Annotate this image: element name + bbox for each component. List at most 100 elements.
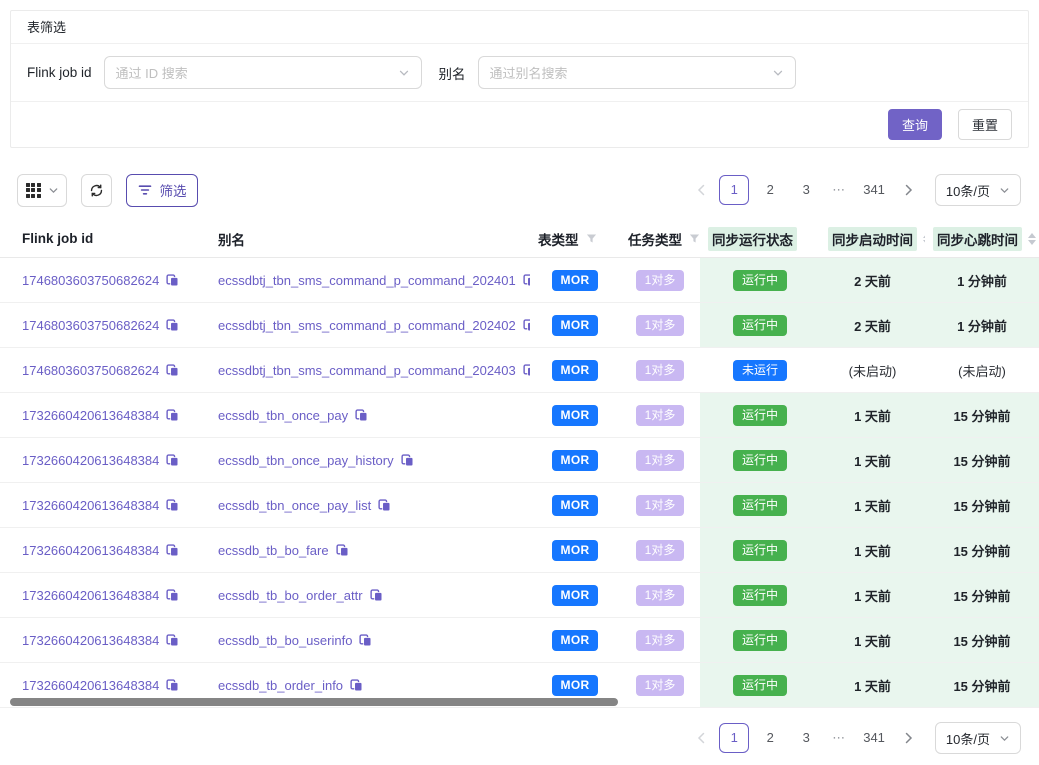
column-header-flink-job-id[interactable]: Flink job id bbox=[0, 231, 196, 246]
alias-link[interactable]: ecssdbtj_tbn_sms_command_p_command_20240… bbox=[218, 363, 516, 378]
sorter-icon[interactable] bbox=[1028, 233, 1036, 245]
copy-icon[interactable] bbox=[166, 679, 179, 692]
heartbeat-time-cell: 15 分钟前 bbox=[925, 393, 1039, 437]
table-type-badge: MOR bbox=[552, 630, 599, 651]
task-type-badge: 1对多 bbox=[636, 585, 685, 606]
table-type-cell: MOR bbox=[530, 438, 620, 482]
copy-icon[interactable] bbox=[370, 589, 383, 602]
column-header-alias[interactable]: 别名 bbox=[196, 229, 530, 249]
copy-icon[interactable] bbox=[359, 634, 372, 647]
alias-link[interactable]: ecssdb_tb_bo_order_attr bbox=[218, 588, 363, 603]
job-id-link[interactable]: 1746803603750682624 bbox=[22, 318, 159, 333]
page-ellipsis[interactable]: ⋯ bbox=[827, 730, 851, 746]
table-type-badge: MOR bbox=[552, 405, 599, 426]
column-header-start-time[interactable]: 同步启动时间 bbox=[820, 227, 925, 251]
copy-icon[interactable] bbox=[523, 319, 530, 332]
copy-icon[interactable] bbox=[166, 364, 179, 377]
filter-funnel-icon[interactable] bbox=[689, 233, 700, 244]
copy-icon[interactable] bbox=[166, 499, 179, 512]
query-button[interactable]: 查询 bbox=[888, 109, 942, 140]
refresh-button[interactable] bbox=[81, 174, 112, 207]
page-size-label: 10条/页 bbox=[946, 729, 990, 748]
filter-funnel-icon[interactable] bbox=[586, 233, 597, 244]
copy-icon[interactable] bbox=[336, 544, 349, 557]
job-id-link[interactable]: 1732660420613648384 bbox=[22, 498, 159, 513]
column-header-table-type[interactable]: 表类型 bbox=[530, 229, 620, 249]
alias-link[interactable]: ecssdb_tbn_once_pay_list bbox=[218, 498, 371, 513]
task-type-cell: 1对多 bbox=[620, 528, 700, 572]
alias-link[interactable]: ecssdb_tb_bo_fare bbox=[218, 543, 329, 558]
prev-page-icon[interactable] bbox=[689, 175, 713, 205]
alias-link[interactable]: ecssdbtj_tbn_sms_command_p_command_20240… bbox=[218, 318, 516, 333]
job-id-link[interactable]: 1732660420613648384 bbox=[22, 543, 159, 558]
chevron-down-icon bbox=[999, 733, 1010, 744]
page-2-button[interactable]: 2 bbox=[755, 723, 785, 753]
toolbar-left: 筛选 bbox=[17, 174, 198, 207]
sync-status-cell: 运行中 bbox=[700, 258, 820, 302]
flink-job-id-placeholder: 通过 ID 搜索 bbox=[116, 63, 188, 82]
refresh-icon bbox=[89, 183, 104, 198]
job-id-link[interactable]: 1732660420613648384 bbox=[22, 633, 159, 648]
alias-select[interactable]: 通过别名搜索 bbox=[478, 56, 796, 89]
copy-icon[interactable] bbox=[523, 274, 530, 287]
copy-icon[interactable] bbox=[378, 499, 391, 512]
alias-cell: ecssdbtj_tbn_sms_command_p_command_20240… bbox=[196, 258, 530, 302]
job-id-link[interactable]: 1732660420613648384 bbox=[22, 588, 159, 603]
page-341-button[interactable]: 341 bbox=[857, 175, 891, 205]
copy-icon[interactable] bbox=[523, 364, 530, 377]
job-id-link[interactable]: 1732660420613648384 bbox=[22, 453, 159, 468]
page-1-button[interactable]: 1 bbox=[719, 175, 749, 205]
grid-icon bbox=[26, 183, 41, 198]
copy-icon[interactable] bbox=[401, 454, 414, 467]
alias-link[interactable]: ecssdb_tb_bo_userinfo bbox=[218, 633, 352, 648]
sync-status-badge: 运行中 bbox=[733, 540, 787, 561]
table-filter-card: 表筛选 Flink job id 通过 ID 搜索 别名 通过别名搜索 查询 重… bbox=[10, 10, 1029, 148]
page-2-button[interactable]: 2 bbox=[755, 175, 785, 205]
next-page-icon[interactable] bbox=[897, 175, 921, 205]
table-type-cell: MOR bbox=[530, 393, 620, 437]
copy-icon[interactable] bbox=[355, 409, 368, 422]
column-header-sync-status[interactable]: 同步运行状态 bbox=[700, 227, 820, 251]
table-row: 1732660420613648384 ecssdb_tb_bo_fare MO… bbox=[0, 528, 1039, 573]
task-type-cell: 1对多 bbox=[620, 663, 700, 707]
sync-status-badge: 运行中 bbox=[733, 495, 787, 516]
horizontal-scrollbar[interactable] bbox=[10, 698, 618, 706]
job-id-link[interactable]: 1746803603750682624 bbox=[22, 273, 159, 288]
page-1-button[interactable]: 1 bbox=[719, 723, 749, 753]
page-341-button[interactable]: 341 bbox=[857, 723, 891, 753]
job-id-link[interactable]: 1746803603750682624 bbox=[22, 363, 159, 378]
flink-job-id-select[interactable]: 通过 ID 搜索 bbox=[104, 56, 422, 89]
table-row: 1732660420613648384 ecssdb_tb_bo_order_a… bbox=[0, 573, 1039, 618]
filter-button[interactable]: 筛选 bbox=[126, 174, 198, 207]
column-header-task-type[interactable]: 任务类型 bbox=[620, 229, 700, 249]
copy-icon[interactable] bbox=[166, 409, 179, 422]
copy-icon[interactable] bbox=[350, 679, 363, 692]
column-header-heartbeat-time[interactable]: 同步心跳时间 bbox=[925, 227, 1039, 251]
alias-link[interactable]: ecssdb_tb_order_info bbox=[218, 678, 343, 693]
job-id-cell: 1732660420613648384 bbox=[0, 483, 196, 527]
copy-icon[interactable] bbox=[166, 544, 179, 557]
copy-icon[interactable] bbox=[166, 634, 179, 647]
next-page-icon[interactable] bbox=[897, 723, 921, 753]
page-3-button[interactable]: 3 bbox=[791, 723, 821, 753]
prev-page-icon[interactable] bbox=[689, 723, 713, 753]
alias-link[interactable]: ecssdb_tbn_once_pay_history bbox=[218, 453, 394, 468]
sync-status-badge: 运行中 bbox=[733, 630, 787, 651]
job-id-cell: 1746803603750682624 bbox=[0, 258, 196, 302]
copy-icon[interactable] bbox=[166, 454, 179, 467]
chevron-down-icon bbox=[772, 67, 784, 79]
copy-icon[interactable] bbox=[166, 319, 179, 332]
alias-placeholder: 通过别名搜索 bbox=[490, 63, 568, 82]
page-size-select[interactable]: 10条/页 bbox=[935, 174, 1021, 206]
column-settings-button[interactable] bbox=[17, 174, 67, 207]
copy-icon[interactable] bbox=[166, 589, 179, 602]
alias-link[interactable]: ecssdb_tbn_once_pay bbox=[218, 408, 348, 423]
page-size-select[interactable]: 10条/页 bbox=[935, 722, 1021, 754]
reset-button[interactable]: 重置 bbox=[958, 109, 1012, 140]
page-3-button[interactable]: 3 bbox=[791, 175, 821, 205]
job-id-link[interactable]: 1732660420613648384 bbox=[22, 408, 159, 423]
job-id-link[interactable]: 1732660420613648384 bbox=[22, 678, 159, 693]
alias-link[interactable]: ecssdbtj_tbn_sms_command_p_command_20240… bbox=[218, 273, 516, 288]
copy-icon[interactable] bbox=[166, 274, 179, 287]
page-ellipsis[interactable]: ⋯ bbox=[827, 182, 851, 198]
